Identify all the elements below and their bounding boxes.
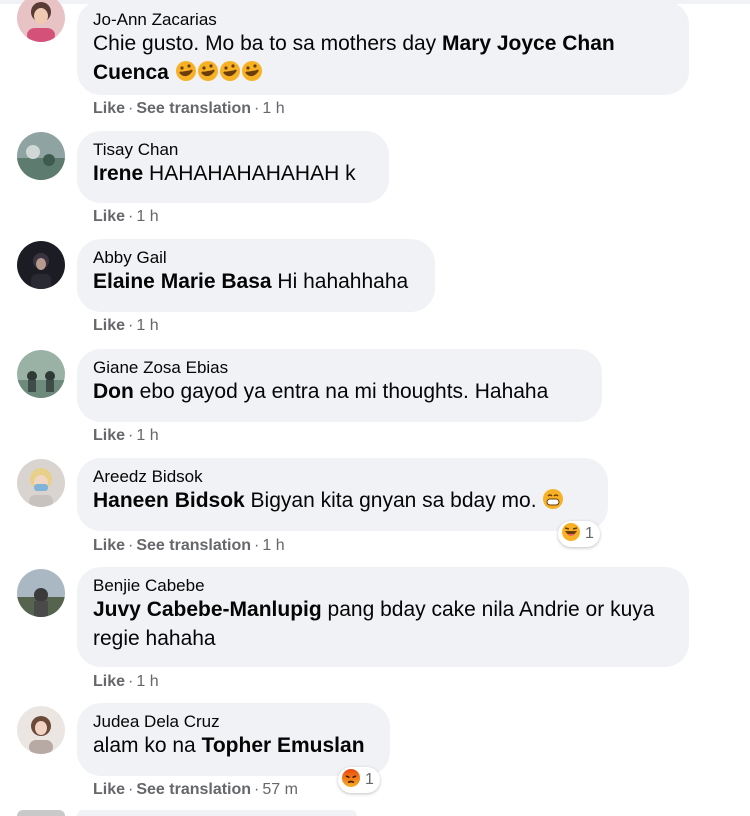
comment-bubble: Benjie Cabebe Juvy Cabebe-Manlupig pang … — [77, 567, 689, 667]
mentioned-user[interactable]: Elaine Marie Basa — [93, 270, 272, 293]
haha-reaction-icon — [561, 522, 581, 547]
comment-text-part: HAHAHAHAHAHAH k — [143, 162, 356, 185]
reaction-count: 1 — [585, 525, 594, 542]
grin-emoji — [542, 489, 564, 512]
avatar[interactable] — [17, 459, 65, 507]
comment-author[interactable]: Judea Dela Cruz — [93, 712, 374, 731]
comment-text: Haneen Bidsok Bigyan kita gnyan sa bday … — [93, 486, 592, 515]
avatar[interactable] — [17, 241, 65, 289]
mentioned-user[interactable]: Topher Emuslan — [202, 734, 365, 757]
mentioned-user[interactable]: Juvy Cabebe-Manlupig — [93, 598, 322, 621]
separator: · — [128, 537, 134, 554]
comment-actions: Like · 1 h — [93, 672, 159, 692]
like-link[interactable]: Like — [93, 427, 125, 444]
comment-author[interactable]: Giane Zosa Ebias — [93, 358, 586, 377]
comment-actions: Like · See translation · 57 m — [93, 780, 298, 800]
separator: · — [128, 317, 134, 334]
comment-text-part: ebo gayod ya entra na mi thoughts. Hahah… — [133, 380, 549, 403]
comment-bubble: Giane Zosa Ebias Don ebo gayod ya entra … — [77, 349, 602, 422]
comment-bubble: Judea Dela Cruz alam ko na Topher Emusla… — [77, 703, 390, 776]
like-link[interactable]: Like — [93, 100, 125, 117]
timestamp[interactable]: 1 h — [262, 100, 284, 117]
comment-author[interactable]: Jo-Ann Zacarias — [93, 10, 673, 29]
avatar[interactable] — [17, 132, 65, 180]
reaction-count: 1 — [365, 771, 374, 788]
avatar[interactable] — [17, 350, 65, 398]
timestamp[interactable]: 1 h — [136, 317, 158, 334]
comment-text-part: Hi hahahhaha — [271, 270, 409, 293]
separator: · — [128, 100, 134, 117]
timestamp[interactable]: 57 m — [262, 781, 298, 798]
like-link[interactable]: Like — [93, 537, 125, 554]
mentioned-user[interactable]: Haneen Bidsok — [93, 489, 245, 512]
comment-actions: Like · 1 h — [93, 426, 159, 446]
comment-text: Don ebo gayod ya entra na mi thoughts. H… — [93, 377, 586, 406]
comment-actions: Like · See translation · 1 h — [93, 536, 285, 556]
next-comment-avatar[interactable] — [17, 810, 65, 816]
comment-bubble: Areedz Bidsok Haneen Bidsok Bigyan kita … — [77, 458, 608, 531]
timestamp[interactable]: 1 h — [262, 537, 284, 554]
comment-actions: Like · 1 h — [93, 207, 159, 227]
comment-bubble: Tisay Chan Irene HAHAHAHAHAHAH k — [77, 131, 389, 203]
mentioned-user[interactable]: Don — [93, 380, 134, 403]
comment-author[interactable]: Abby Gail — [93, 248, 419, 267]
separator: · — [128, 781, 134, 798]
avatar[interactable] — [17, 0, 65, 42]
comment-author[interactable]: Areedz Bidsok — [93, 467, 592, 486]
comment-bubble: Abby Gail Elaine Marie Basa Hi hahahhaha — [77, 239, 435, 312]
avatar[interactable] — [17, 569, 65, 617]
separator: · — [254, 537, 260, 554]
reaction-summary[interactable]: 1 — [558, 521, 600, 547]
separator: · — [254, 781, 260, 798]
see-translation-link[interactable]: See translation — [136, 781, 251, 798]
comment-text: Chie gusto. Mo ba to sa mothers day Mary… — [93, 29, 673, 87]
avatar[interactable] — [17, 706, 65, 754]
comment-text: Juvy Cabebe-Manlupig pang bday cake nila… — [93, 595, 663, 653]
like-link[interactable]: Like — [93, 673, 125, 690]
see-translation-link[interactable]: See translation — [136, 100, 251, 117]
see-translation-link[interactable]: See translation — [136, 537, 251, 554]
comment-bubble: Jo-Ann Zacarias Chie gusto. Mo ba to sa … — [77, 1, 689, 95]
angry-reaction-icon — [341, 768, 361, 793]
next-comment-bubble — [77, 810, 357, 816]
rofl-emoji — [175, 61, 263, 84]
comment-text: alam ko na Topher Emuslan — [93, 731, 374, 760]
separator: · — [128, 427, 134, 444]
reaction-summary[interactable]: 1 — [338, 767, 380, 793]
comment-actions: Like · 1 h — [93, 316, 159, 336]
comment-actions: Like · See translation · 1 h — [93, 99, 285, 119]
like-link[interactable]: Like — [93, 781, 125, 798]
timestamp[interactable]: 1 h — [136, 208, 158, 225]
separator: · — [128, 208, 134, 225]
comment-author[interactable]: Tisay Chan — [93, 140, 373, 159]
timestamp[interactable]: 1 h — [136, 673, 158, 690]
comment-author[interactable]: Benjie Cabebe — [93, 576, 673, 595]
comment-text-part: Bigyan kita gnyan sa bday mo. — [244, 489, 543, 512]
comment-text-part: alam ko na — [93, 734, 202, 757]
separator: · — [128, 673, 134, 690]
like-link[interactable]: Like — [93, 208, 125, 225]
mentioned-user[interactable]: Irene — [93, 162, 143, 185]
comment-text: Elaine Marie Basa Hi hahahhaha — [93, 267, 419, 296]
separator: · — [254, 100, 260, 117]
like-link[interactable]: Like — [93, 317, 125, 334]
timestamp[interactable]: 1 h — [136, 427, 158, 444]
comment-text: Irene HAHAHAHAHAHAH k — [93, 159, 373, 188]
comment-text-part: Chie gusto. Mo ba to sa mothers day — [93, 32, 443, 55]
